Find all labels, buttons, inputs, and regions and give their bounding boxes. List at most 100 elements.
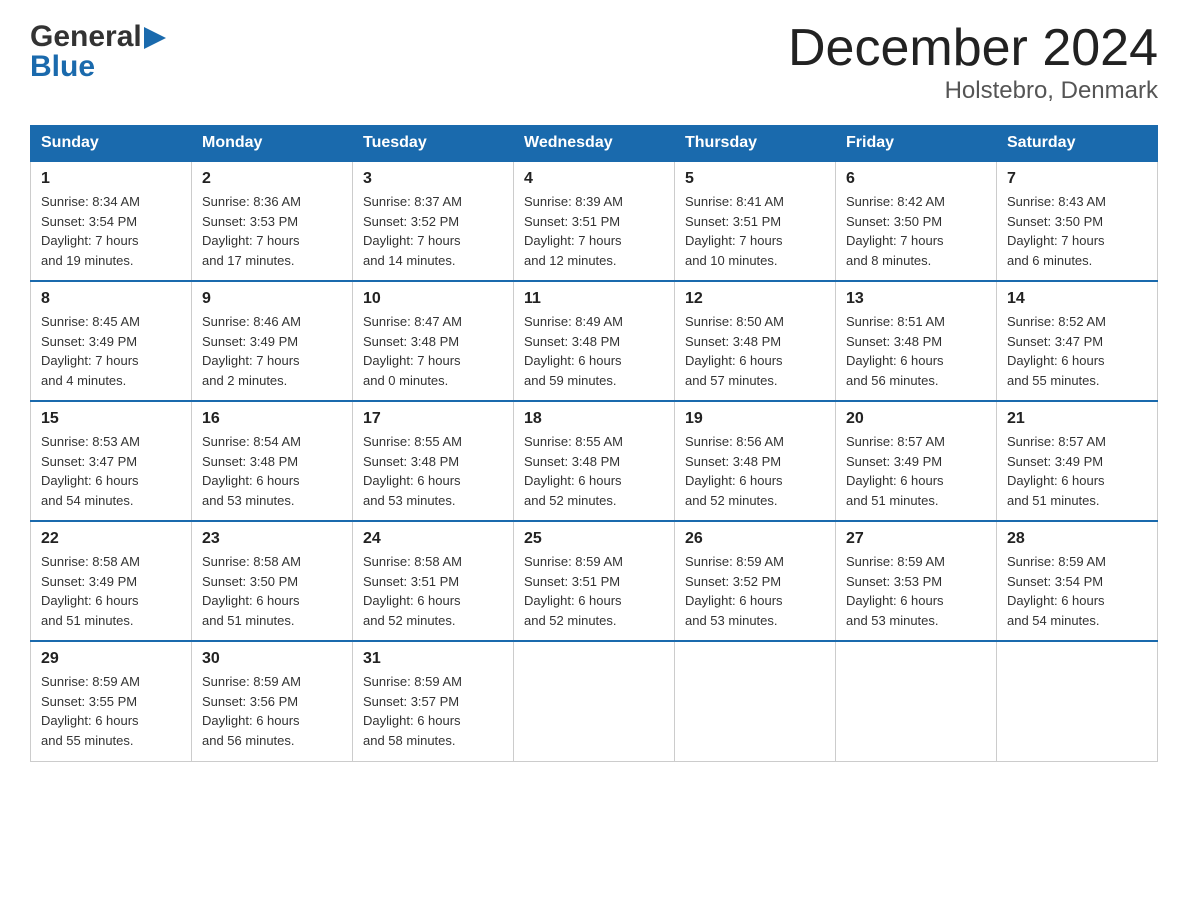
day-number: 30 (202, 650, 342, 668)
calendar-cell: 25Sunrise: 8:59 AM Sunset: 3:51 PM Dayli… (514, 521, 675, 641)
day-number: 16 (202, 410, 342, 428)
day-info: Sunrise: 8:59 AM Sunset: 3:57 PM Dayligh… (363, 672, 503, 750)
calendar-cell: 28Sunrise: 8:59 AM Sunset: 3:54 PM Dayli… (997, 521, 1158, 641)
day-number: 5 (685, 170, 825, 188)
calendar-cell: 22 Sunrise: 8:58 AM Sunset: 3:49 PM Dayli… (31, 521, 192, 641)
calendar-cell: 4 Sunrise: 8:39 AM Sunset: 3:51 PM Daylig… (514, 161, 675, 281)
day-info: Sunrise: 8:59 AM Sunset: 3:51 PM Dayligh… (524, 552, 664, 630)
calendar-table: SundayMondayTuesdayWednesdayThursdayFrid… (30, 125, 1158, 762)
day-info: Sunrise: 8:39 AM Sunset: 3:51 PM Dayligh… (524, 192, 664, 270)
calendar-cell: 13 Sunrise: 8:51 AM Sunset: 3:48 PM Dayli… (836, 281, 997, 401)
day-number: 8 (41, 290, 181, 308)
day-info: Sunrise: 8:57 AM Sunset: 3:49 PM Dayligh… (846, 432, 986, 510)
day-number: 27 (846, 530, 986, 548)
calendar-cell: 3 Sunrise: 8:37 AM Sunset: 3:52 PM Daylig… (353, 161, 514, 281)
calendar-cell: 19Sunrise: 8:56 AM Sunset: 3:48 PM Dayli… (675, 401, 836, 521)
day-number: 26 (685, 530, 825, 548)
calendar-header-thursday: Thursday (675, 126, 836, 162)
calendar-cell: 5 Sunrise: 8:41 AM Sunset: 3:51 PM Daylig… (675, 161, 836, 281)
day-number: 18 (524, 410, 664, 428)
day-number: 4 (524, 170, 664, 188)
day-info: Sunrise: 8:51 AM Sunset: 3:48 PM Dayligh… (846, 312, 986, 390)
calendar-cell: 29Sunrise: 8:59 AM Sunset: 3:55 PM Dayli… (31, 641, 192, 761)
day-info: Sunrise: 8:56 AM Sunset: 3:48 PM Dayligh… (685, 432, 825, 510)
calendar-header-wednesday: Wednesday (514, 126, 675, 162)
calendar-cell: 12 Sunrise: 8:50 AM Sunset: 3:48 PM Dayli… (675, 281, 836, 401)
calendar-cell (675, 641, 836, 761)
calendar-cell: 1 Sunrise: 8:34 AM Sunset: 3:54 PM Daylig… (31, 161, 192, 281)
calendar-cell: 14 Sunrise: 8:52 AM Sunset: 3:47 PM Dayli… (997, 281, 1158, 401)
day-info: Sunrise: 8:58 AM Sunset: 3:49 PM Dayligh… (41, 552, 181, 630)
page-title: December 2024 (788, 20, 1158, 77)
day-number: 21 (1007, 410, 1147, 428)
day-info: Sunrise: 8:59 AM Sunset: 3:56 PM Dayligh… (202, 672, 342, 750)
calendar-header-row: SundayMondayTuesdayWednesdayThursdayFrid… (31, 126, 1158, 162)
logo-general: General (30, 20, 142, 54)
day-number: 31 (363, 650, 503, 668)
calendar-cell: 16 Sunrise: 8:54 AM Sunset: 3:48 PM Dayli… (192, 401, 353, 521)
calendar-cell: 9Sunrise: 8:46 AM Sunset: 3:49 PM Daylig… (192, 281, 353, 401)
logo-triangle-icon (144, 27, 166, 49)
calendar-cell: 11Sunrise: 8:49 AM Sunset: 3:48 PM Dayli… (514, 281, 675, 401)
day-info: Sunrise: 8:42 AM Sunset: 3:50 PM Dayligh… (846, 192, 986, 270)
day-info: Sunrise: 8:47 AM Sunset: 3:48 PM Dayligh… (363, 312, 503, 390)
day-number: 22 (41, 530, 181, 548)
page-subtitle: Holstebro, Denmark (788, 77, 1158, 105)
day-info: Sunrise: 8:43 AM Sunset: 3:50 PM Dayligh… (1007, 192, 1147, 270)
day-number: 2 (202, 170, 342, 188)
day-number: 13 (846, 290, 986, 308)
calendar-header-saturday: Saturday (997, 126, 1158, 162)
day-info: Sunrise: 8:59 AM Sunset: 3:52 PM Dayligh… (685, 552, 825, 630)
day-number: 1 (41, 170, 181, 188)
calendar-week-row: 15 Sunrise: 8:53 AM Sunset: 3:47 PM Dayli… (31, 401, 1158, 521)
day-info: Sunrise: 8:34 AM Sunset: 3:54 PM Dayligh… (41, 192, 181, 270)
title-block: December 2024 Holstebro, Denmark (788, 20, 1158, 105)
day-info: Sunrise: 8:50 AM Sunset: 3:48 PM Dayligh… (685, 312, 825, 390)
day-number: 12 (685, 290, 825, 308)
day-info: Sunrise: 8:55 AM Sunset: 3:48 PM Dayligh… (363, 432, 503, 510)
day-info: Sunrise: 8:58 AM Sunset: 3:50 PM Dayligh… (202, 552, 342, 630)
day-info: Sunrise: 8:57 AM Sunset: 3:49 PM Dayligh… (1007, 432, 1147, 510)
day-info: Sunrise: 8:52 AM Sunset: 3:47 PM Dayligh… (1007, 312, 1147, 390)
day-number: 24 (363, 530, 503, 548)
calendar-cell: 31 Sunrise: 8:59 AM Sunset: 3:57 PM Dayli… (353, 641, 514, 761)
day-info: Sunrise: 8:37 AM Sunset: 3:52 PM Dayligh… (363, 192, 503, 270)
calendar-cell: 17 Sunrise: 8:55 AM Sunset: 3:48 PM Dayli… (353, 401, 514, 521)
day-number: 14 (1007, 290, 1147, 308)
day-number: 3 (363, 170, 503, 188)
calendar-cell (514, 641, 675, 761)
day-info: Sunrise: 8:49 AM Sunset: 3:48 PM Dayligh… (524, 312, 664, 390)
day-number: 15 (41, 410, 181, 428)
calendar-cell: 2 Sunrise: 8:36 AM Sunset: 3:53 PM Daylig… (192, 161, 353, 281)
calendar-cell (997, 641, 1158, 761)
day-info: Sunrise: 8:45 AM Sunset: 3:49 PM Dayligh… (41, 312, 181, 390)
calendar-week-row: 8 Sunrise: 8:45 AM Sunset: 3:49 PM Daylig… (31, 281, 1158, 401)
day-info: Sunrise: 8:36 AM Sunset: 3:53 PM Dayligh… (202, 192, 342, 270)
day-info: Sunrise: 8:41 AM Sunset: 3:51 PM Dayligh… (685, 192, 825, 270)
calendar-cell: 7 Sunrise: 8:43 AM Sunset: 3:50 PM Daylig… (997, 161, 1158, 281)
day-info: Sunrise: 8:59 AM Sunset: 3:54 PM Dayligh… (1007, 552, 1147, 630)
calendar-cell: 18Sunrise: 8:55 AM Sunset: 3:48 PM Dayli… (514, 401, 675, 521)
calendar-cell: 20 Sunrise: 8:57 AM Sunset: 3:49 PM Dayli… (836, 401, 997, 521)
calendar-header-sunday: Sunday (31, 126, 192, 162)
day-info: Sunrise: 8:59 AM Sunset: 3:53 PM Dayligh… (846, 552, 986, 630)
calendar-header-friday: Friday (836, 126, 997, 162)
calendar-cell: 10Sunrise: 8:47 AM Sunset: 3:48 PM Dayli… (353, 281, 514, 401)
calendar-header-monday: Monday (192, 126, 353, 162)
calendar-cell: 15 Sunrise: 8:53 AM Sunset: 3:47 PM Dayli… (31, 401, 192, 521)
calendar-cell: 27 Sunrise: 8:59 AM Sunset: 3:53 PM Dayli… (836, 521, 997, 641)
calendar-cell (836, 641, 997, 761)
day-number: 20 (846, 410, 986, 428)
day-info: Sunrise: 8:54 AM Sunset: 3:48 PM Dayligh… (202, 432, 342, 510)
day-number: 6 (846, 170, 986, 188)
day-number: 29 (41, 650, 181, 668)
day-number: 23 (202, 530, 342, 548)
calendar-cell: 21 Sunrise: 8:57 AM Sunset: 3:49 PM Dayli… (997, 401, 1158, 521)
calendar-cell: 6 Sunrise: 8:42 AM Sunset: 3:50 PM Daylig… (836, 161, 997, 281)
day-info: Sunrise: 8:53 AM Sunset: 3:47 PM Dayligh… (41, 432, 181, 510)
day-number: 17 (363, 410, 503, 428)
calendar-week-row: 22 Sunrise: 8:58 AM Sunset: 3:49 PM Dayli… (31, 521, 1158, 641)
day-number: 7 (1007, 170, 1147, 188)
calendar-cell: 26 Sunrise: 8:59 AM Sunset: 3:52 PM Dayli… (675, 521, 836, 641)
day-info: Sunrise: 8:58 AM Sunset: 3:51 PM Dayligh… (363, 552, 503, 630)
